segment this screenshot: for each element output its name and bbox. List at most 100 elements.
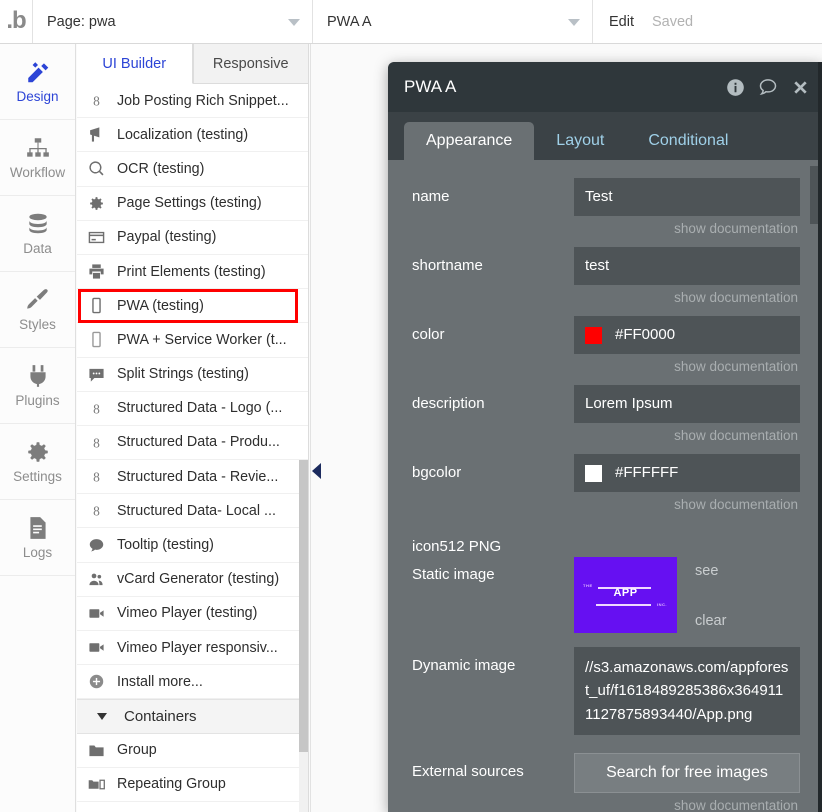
list-item[interactable]: vCard Generator (testing) (77, 563, 308, 597)
gear-icon (87, 194, 106, 213)
bubble-logo[interactable]: .b (0, 0, 33, 43)
page-selector-label: Page: pwa (47, 13, 116, 30)
list-item-install-more[interactable]: Install more... (77, 665, 308, 700)
sidebar-item-plugins[interactable]: Plugins (0, 348, 75, 424)
tab-appearance[interactable]: Appearance (404, 122, 535, 160)
tab-label: Appearance (426, 132, 513, 149)
property-editor-title: PWA A (404, 77, 457, 96)
svg-text:8: 8 (93, 94, 100, 109)
shortname-input[interactable]: test (574, 247, 800, 285)
tab-label: UI Builder (102, 55, 167, 72)
svg-text:8: 8 (93, 435, 100, 450)
list-item[interactable]: Popup (77, 802, 308, 812)
search-free-images-button[interactable]: Search for free images (574, 752, 800, 793)
tab-responsive[interactable]: Responsive (192, 44, 308, 84)
collapse-panel-arrow-icon[interactable] (312, 463, 321, 479)
color-value: #FF0000 (615, 326, 676, 344)
description-input[interactable]: Lorem Ipsum (574, 385, 800, 423)
group-header-containers[interactable]: Containers (77, 699, 308, 734)
bgcolor-swatch[interactable] (585, 464, 602, 482)
list-item[interactable]: Print Elements (testing) (77, 255, 308, 290)
clear-image-link[interactable]: clear (695, 613, 726, 629)
comment-icon[interactable] (758, 77, 778, 97)
list-item[interactable]: Split Strings (testing) (77, 358, 308, 392)
close-icon[interactable] (791, 78, 810, 97)
list-item-label: vCard Generator (testing) (117, 571, 280, 588)
dynamic-image-input[interactable]: //s3.amazonaws.com/appforest_uf/f1618489… (574, 647, 800, 735)
bubble-icon (87, 536, 106, 555)
list-item[interactable]: PWA + Service Worker (t... (77, 323, 308, 358)
list-item-label: Structured Data - Revie... (117, 468, 279, 485)
element-list[interactable]: 8 Job Posting Rich Snippet... Localizati… (77, 84, 308, 812)
show-documentation-link[interactable]: show documentation (574, 423, 800, 454)
property-editor-scrollbar-track[interactable] (810, 166, 818, 808)
see-image-link[interactable]: see (695, 563, 726, 579)
sidebar-item-workflow[interactable]: Workflow (0, 120, 75, 196)
page-selector[interactable]: Page: pwa (33, 0, 313, 43)
list-item[interactable]: 8 Structured Data - Revie... (77, 460, 308, 495)
card-icon (87, 228, 106, 247)
element-list-scrollbar-thumb[interactable] (299, 460, 308, 752)
show-documentation-link[interactable]: show documentation (574, 285, 800, 316)
info-icon[interactable] (726, 78, 745, 97)
static-image-actions: see clear (695, 557, 726, 633)
tab-ui-builder[interactable]: UI Builder (77, 44, 193, 84)
sidebar-item-label: Data (23, 241, 52, 256)
sidebar-item-data[interactable]: Data (0, 196, 75, 272)
list-item-label: Job Posting Rich Snippet... (117, 92, 289, 109)
list-item-label: OCR (testing) (117, 160, 205, 177)
color-input[interactable]: #FF0000 (574, 316, 800, 354)
list-item[interactable]: Repeating Group (77, 768, 308, 802)
show-documentation-link[interactable]: show documentation (574, 793, 800, 812)
list-item[interactable]: Paypal (testing) (77, 221, 308, 255)
video-icon (87, 638, 106, 657)
bgcolor-input[interactable]: #FFFFFF (574, 454, 800, 492)
show-documentation-link[interactable]: show documentation (574, 492, 800, 523)
list-item[interactable]: 8 Structured Data - Logo (... (77, 392, 308, 426)
sidebar-item-design[interactable]: Design (0, 44, 75, 120)
element-selector[interactable]: PWA A (313, 0, 593, 43)
edit-button[interactable]: Edit (609, 14, 634, 30)
list-item[interactable]: Vimeo Player responsiv... (77, 631, 308, 666)
svg-text:8: 8 (93, 470, 100, 485)
sidebar-item-logs[interactable]: Logs (0, 500, 75, 576)
show-documentation-link[interactable]: show documentation (574, 354, 800, 385)
sidebar-item-label: Design (16, 89, 59, 104)
field-label: bgcolor (412, 464, 462, 481)
sidebar-item-styles[interactable]: Styles (0, 272, 75, 348)
chat-icon (87, 365, 106, 384)
list-item-label: Tooltip (testing) (117, 537, 214, 554)
list-item[interactable]: Page Settings (testing) (77, 187, 308, 221)
video-icon (87, 604, 106, 623)
gear-icon (25, 439, 51, 465)
list-item[interactable]: Tooltip (testing) (77, 528, 308, 563)
tab-label: Responsive (212, 55, 289, 72)
list-item[interactable]: Vimeo Player (testing) (77, 597, 308, 631)
sidebar-item-label: Settings (13, 469, 62, 484)
tab-conditional[interactable]: Conditional (626, 122, 750, 160)
sidebar-item-label: Workflow (9, 165, 66, 180)
bgcolor-value: #FFFFFF (615, 464, 679, 482)
field-name: name Test show documentation (412, 178, 800, 247)
property-editor-header-actions (726, 77, 810, 97)
color-swatch[interactable] (585, 326, 602, 344)
field-shortname: shortname test show documentation (412, 247, 800, 316)
script-icon: 8 (87, 399, 106, 418)
list-item[interactable]: 8 Structured Data - Produ... (77, 426, 308, 461)
list-item[interactable]: OCR (testing) (77, 152, 308, 187)
name-input[interactable]: Test (574, 178, 800, 216)
plus-circle-icon (87, 672, 106, 691)
save-status: Saved (652, 13, 694, 30)
list-item-pwa-testing[interactable]: PWA (testing) (77, 289, 308, 324)
show-documentation-link[interactable]: show documentation (574, 216, 800, 247)
property-editor-scrollbar-thumb[interactable] (810, 166, 818, 224)
sidebar-item-settings[interactable]: Settings (0, 424, 75, 500)
svg-text:8: 8 (93, 504, 100, 519)
list-item[interactable]: Localization (testing) (77, 118, 308, 153)
top-actions: Edit Saved (593, 0, 693, 43)
list-item[interactable]: 8 Job Posting Rich Snippet... (77, 84, 308, 119)
list-item[interactable]: 8 Structured Data- Local ... (77, 494, 308, 529)
static-image-thumbnail[interactable]: THE APP INC. (574, 557, 677, 633)
tab-layout[interactable]: Layout (534, 122, 626, 160)
list-item[interactable]: Group (77, 734, 308, 768)
